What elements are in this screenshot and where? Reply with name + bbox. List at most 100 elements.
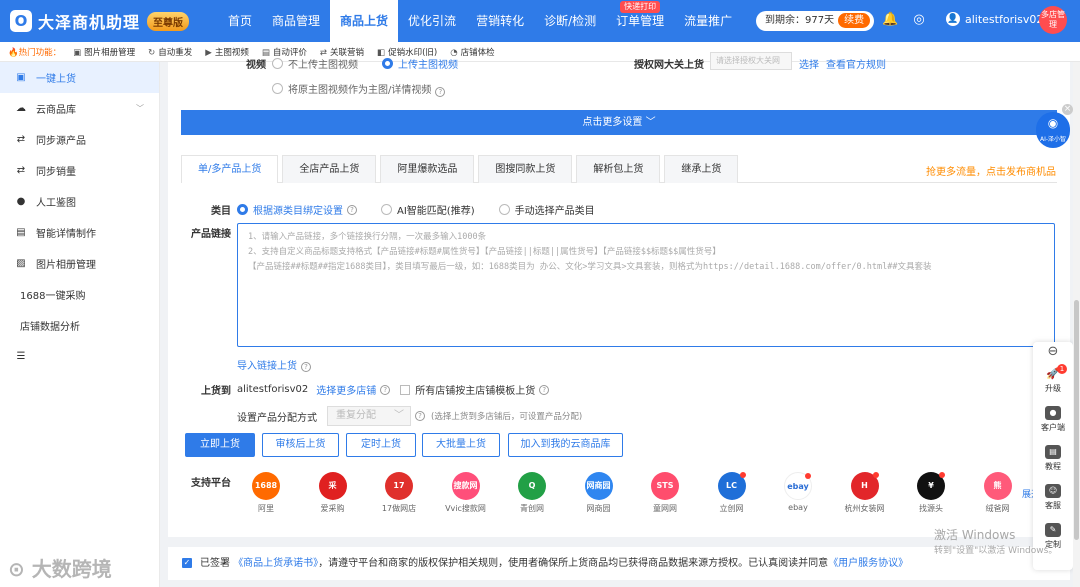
platform-logo-icon: 17 [385,472,413,500]
platform-item[interactable]: 网商园 网商园 [577,472,621,514]
quick-link-auto-repost[interactable]: ↻ 自动重发 [148,46,192,58]
service-agreement-link[interactable]: 《用户服务协议》 [828,558,908,569]
distribution-hint: (选择上货到多店铺后，可设置产品分配) [431,412,583,422]
app-logo[interactable]: O 大泽商机助理 至尊版 [10,9,190,33]
express-print-tag: 快递打印 [620,1,661,13]
user-menu[interactable]: 👤 alitestforisv02 [946,12,1043,26]
platform-name: ebay [788,503,808,512]
nav-item-orders[interactable]: 快递打印 订单管理 [606,0,674,42]
main-nav: 首页 商品管理 商品上货 优化引流 营销转化 诊断/检测 快递打印 订单管理 流… [218,0,742,42]
multi-shop-button[interactable]: 多店管理 [1039,6,1067,34]
select-more-shops-link[interactable]: 选择更多店铺 [316,382,376,397]
support-button[interactable]: ☺ 客服 [1033,479,1073,518]
radio-label: 上传主图视频 [398,60,458,71]
platform-item[interactable]: 熊绒爸网 [976,472,1020,514]
radio-selected-icon [237,204,248,215]
tab-image-search[interactable]: 图搜同款上货 [478,155,573,183]
platform-item[interactable]: LC 立创网 [710,472,754,514]
nav-item-product-management[interactable]: 商品管理 [262,0,330,42]
platform-item[interactable]: Q 青创网 [510,472,554,514]
sidebar-item-one-click-upload[interactable]: ▣ 一键上货 [0,62,159,93]
audit-upload-button[interactable]: 审核后上货 [262,433,339,457]
nav-item-marketing[interactable]: 营销转化 [466,0,534,42]
platform-item[interactable]: H 杭州女装网 [843,472,887,514]
help-icon[interactable]: ? [301,362,311,372]
agreement-checkbox[interactable]: ✓ [182,558,192,568]
collapse-icon[interactable]: ⊖ [1033,342,1073,362]
upload-now-button[interactable]: 立即上货 [185,433,255,457]
source-select[interactable]: 请选择授权大关网 [710,52,792,70]
nav-item-diagnosis[interactable]: 诊断/检测 [534,0,606,42]
agreement-link[interactable]: 《商品上货承诺书》 [233,558,318,569]
upload-icon: ▣ [16,71,26,83]
platform-item[interactable]: ebay ebay [776,472,820,512]
headset-icon[interactable]: ◎ [912,13,926,27]
category-option-source[interactable]: 根据源类目绑定设置? [237,202,357,217]
edition-badge: 至尊版 [147,11,190,31]
sidebar-item-label: 1688一键采购 [20,291,86,302]
platform-item[interactable]: ¥ 找源头 [909,472,953,514]
nav-item-traffic[interactable]: 流量推广 [674,0,742,42]
help-icon[interactable]: ? [347,204,357,215]
category-option-ai[interactable]: AI智能匹配(推荐) [381,202,475,217]
renew-button[interactable]: 续费 [838,13,871,28]
scrollbar-thumb[interactable] [1074,300,1079,540]
template-checkbox[interactable] [400,384,411,395]
client-button[interactable]: ● 客户端 [1033,401,1073,440]
placeholder-line: 2、支持自定义商品标题支持格式【产品链接#标题#属性货号】【产品链接||标题||… [248,247,721,257]
timed-upload-button[interactable]: 定时上货 [346,433,416,457]
help-icon[interactable]: ? [415,411,425,421]
official-rules-link[interactable]: 查看官方规则 [826,56,886,71]
platform-item[interactable]: 17 17做网店 [377,472,421,514]
sidebar-item-sync-source[interactable]: ⇄ 同步源产品 [0,124,159,155]
cloud-icon: ☁ [16,102,26,114]
distribution-select[interactable]: 重复分配 ﹀ [327,406,411,426]
platform-item[interactable]: 采爱采购 [311,472,355,514]
nav-item-product-upload[interactable]: 商品上货 [330,0,399,42]
category-option-manual[interactable]: 手动选择产品类目 [498,202,595,217]
platform-name: 绒爸网 [985,504,1010,513]
sidebar-collapse-toggle[interactable]: ☰ [0,341,159,372]
platform-item[interactable]: STS 童网网 [643,472,687,514]
sidebar-item-smart-detail[interactable]: ▤ 智能详情制作 [0,217,159,248]
promo-link[interactable]: 抢更多流量，点击发布商机品 [926,163,1056,178]
tab-single-multi[interactable]: 单/多产品上货 [181,155,279,183]
platform-item[interactable]: 1688 阿里 [244,472,288,514]
sidebar-item-sync-sales[interactable]: ⇄ 同步销量 [0,155,159,186]
help-icon[interactable]: ? [380,384,391,395]
tab-whole-shop[interactable]: 全店产品上货 [282,155,377,183]
upgrade-button[interactable]: 🚀 升级 1 [1033,362,1073,401]
nav-item-optimization[interactable]: 优化引流 [398,0,466,42]
tutorial-button[interactable]: ▤ 教程 [1033,440,1073,479]
image-icon: ▨ [16,257,26,269]
quick-link-album[interactable]: ▣ 图片相册管理 [73,46,135,58]
video-option-as-main[interactable]: 将原主图视频作为主图/详情视频? [272,81,446,97]
bulk-upload-button[interactable]: 大批量上货 [422,433,500,457]
tab-parse-package[interactable]: 解析包上货 [576,155,661,183]
tab-ali-hot[interactable]: 阿里爆款选品 [380,155,475,183]
nav-item-home[interactable]: 首页 [218,0,262,42]
quick-link-label: 图片相册管理 [84,47,136,58]
import-link-button[interactable]: 导入链接上货 [237,361,297,372]
sidebar-item-1688-purchase[interactable]: 1688一键采购 [0,279,159,310]
help-icon[interactable]: ? [539,384,550,395]
bell-icon[interactable]: 🔔 [882,13,898,27]
sidebar-item-cloud-library[interactable]: ☁ 云商品库 ﹀ [0,93,159,124]
help-icon[interactable]: ? [435,87,446,97]
product-link-textarea[interactable]: 1、请输入产品链接，多个链接换行分隔，一次最多输入1000条 2、支持自定义商品… [237,223,1055,347]
sidebar-item-shop-analytics[interactable]: 店铺数据分析 [0,310,159,341]
platform-item[interactable]: 搜款网 Vvic搜款网 [444,472,488,514]
quick-link-main-video[interactable]: ▶ 主图视频 [205,46,249,58]
sidebar-item-manual-review[interactable]: ● 人工鉴图 [0,186,159,217]
sidebar-item-album[interactable]: ▨ 图片相册管理 [0,248,159,279]
close-icon[interactable]: × [1062,104,1073,115]
ai-assistant-robot[interactable]: ◉ AI-泽小智 [1036,112,1070,148]
menu-collapse-icon: ☰ [16,350,26,362]
placeholder-line: 【产品链接##标题##指定1688类目】，类目填写最后一级，如：1688类目为 … [248,262,932,272]
video-option-none[interactable]: 不上传主图视频 [272,56,358,71]
source-choose-link[interactable]: 选择 [799,56,819,71]
add-to-cloud-button[interactable]: 加入到我的云商品库 [508,433,623,457]
more-settings-toggle[interactable]: 点击更多设置 ﹀ [181,110,1057,135]
tab-inherit[interactable]: 继承上货 [664,155,739,183]
video-option-upload[interactable]: 上传主图视频 [382,56,458,71]
